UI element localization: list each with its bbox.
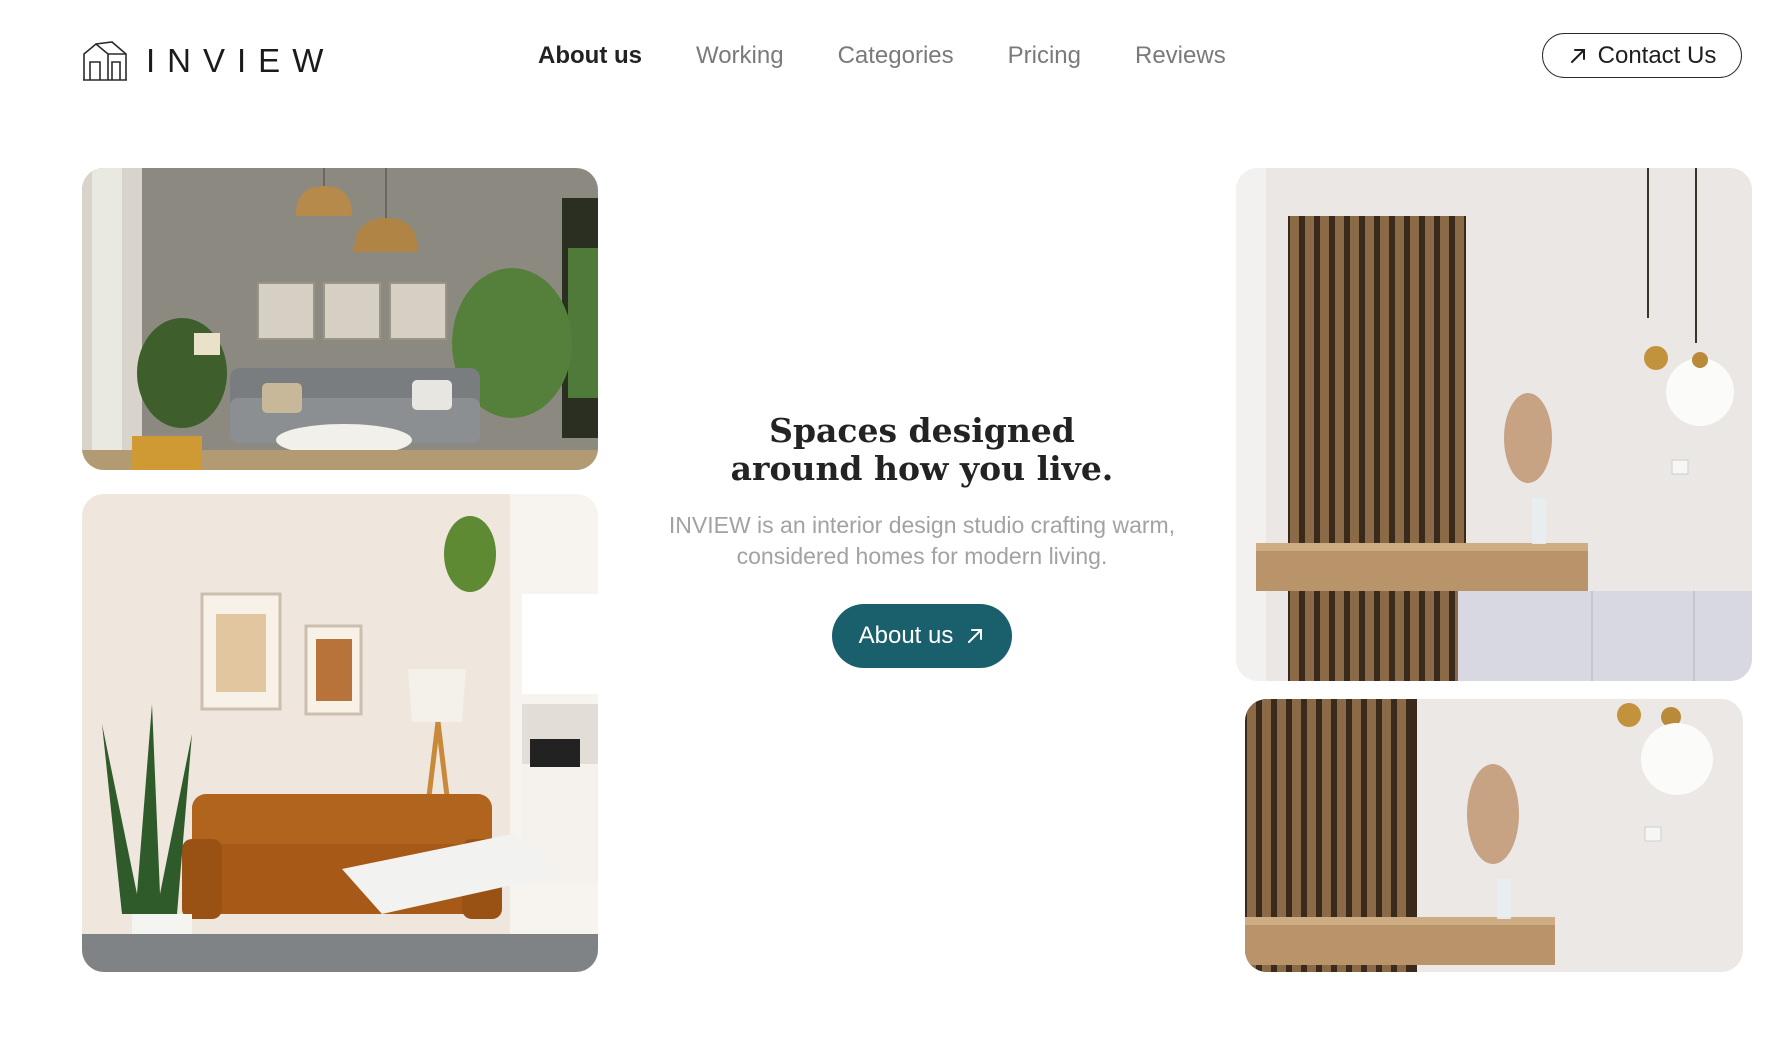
arrow-up-right-icon — [968, 629, 983, 643]
hero-title-line-1: Spaces designed — [769, 411, 1075, 450]
contact-us-label: Contact Us — [1597, 41, 1717, 69]
nav-item-categories[interactable]: Categories — [838, 38, 954, 74]
main-nav: About us Working Categories Pricing Revi… — [538, 38, 1226, 74]
nav-item-pricing[interactable]: Pricing — [1008, 38, 1081, 74]
about-us-button-label: About us — [858, 622, 954, 649]
house-outline-icon — [83, 41, 127, 81]
wood-slat-detail-photo — [1245, 699, 1743, 972]
leather-sofa-room-photo — [82, 494, 598, 972]
nav-item-about-us[interactable]: About us — [538, 38, 642, 74]
brand-name: INVIEW — [146, 42, 336, 79]
contact-us-button[interactable]: Contact Us — [1542, 33, 1742, 78]
living-room-photo — [82, 168, 598, 470]
nav-item-working[interactable]: Working — [696, 38, 784, 74]
brand-logo[interactable]: INVIEW — [82, 40, 335, 82]
hero-subtitle: INVIEW is an interior design studio craf… — [620, 510, 1224, 572]
hero-subtitle-line-1: INVIEW is an interior design studio craf… — [668, 512, 1176, 538]
hero-section: Spaces designed around how you live. INV… — [620, 412, 1224, 668]
nav-item-reviews[interactable]: Reviews — [1135, 38, 1226, 74]
arrow-up-right-icon — [1570, 48, 1585, 63]
wood-slat-wall-photo — [1236, 168, 1752, 681]
hero-subtitle-line-2: considered homes for modern living. — [736, 543, 1108, 569]
hero-title-line-2: around how you live. — [730, 449, 1114, 488]
hero-title: Spaces designed around how you live. — [620, 412, 1224, 488]
about-us-button[interactable]: About us — [832, 604, 1012, 668]
